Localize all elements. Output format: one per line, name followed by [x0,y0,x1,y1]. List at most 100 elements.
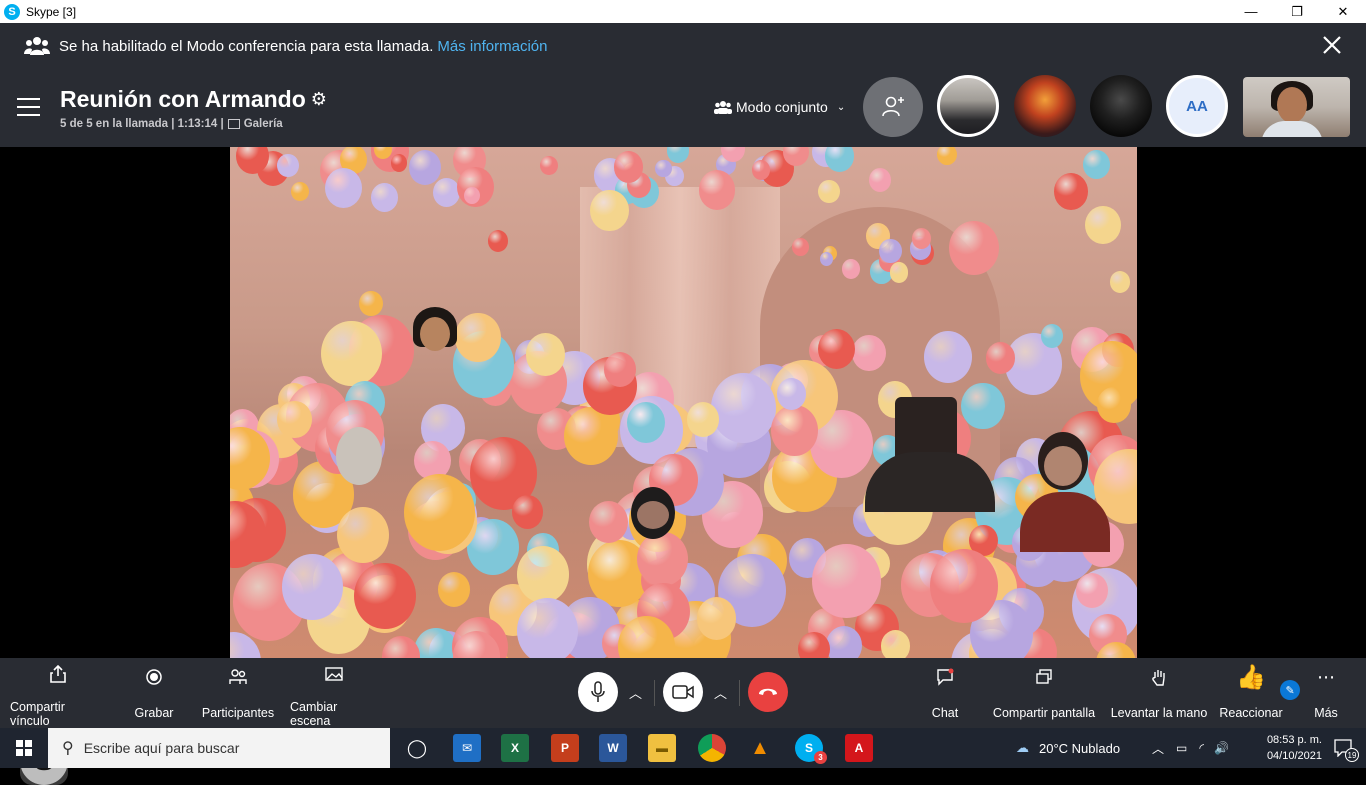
participants-button[interactable]: Participantes [202,658,274,728]
balloon [697,597,737,640]
participant-video[interactable] [1020,432,1110,552]
video-stage: S [0,147,1366,785]
wifi-icon[interactable]: ◜ [1199,741,1204,755]
balloon [381,636,420,658]
balloon [371,182,398,212]
balloon [1083,149,1110,179]
balloon [408,150,442,186]
balloon [564,406,618,465]
balloon [337,507,389,563]
more-button[interactable]: ⋯ Más [1306,658,1346,728]
change-scene-button[interactable]: Cambiar escena [290,658,378,728]
chat-button[interactable]: Chat [918,658,972,728]
balloon [1085,206,1121,245]
weather-widget[interactable]: ☁ 20°C Nublado [1016,728,1120,768]
excel-icon[interactable]: X [501,734,529,762]
record-button[interactable]: Grabar [126,658,182,728]
balloon [824,147,855,172]
chat-label: Chat [931,706,959,720]
participant-video[interactable] [865,397,995,512]
balloon [324,167,363,209]
share-link-button[interactable]: Compartir vínculo [10,658,106,728]
together-mode-dropdown[interactable]: Modo conjunto ⌄ [714,99,845,115]
balloon [354,562,416,629]
system-tray: ︿ ▭ ◜ 🔊 [1152,728,1229,768]
weather-text: 20°C Nublado [1039,740,1121,756]
battery-icon[interactable]: ▭ [1176,741,1187,755]
balloon [869,167,892,192]
participant-avatar[interactable] [1014,75,1076,137]
mail-icon[interactable]: ✉ [453,734,481,762]
close-window-button[interactable]: ✕ [1320,0,1366,23]
together-mode-scene [230,147,1137,658]
menu-icon[interactable] [17,98,40,116]
end-call-button[interactable] [748,672,788,712]
more-info-link[interactable]: Más información [437,38,547,55]
microphone-button[interactable] [578,672,618,712]
mic-options-chevron-icon[interactable]: ︿ [629,683,642,702]
participant-video[interactable] [405,307,465,387]
balloon [752,159,771,180]
balloon [517,598,578,658]
chevron-up-icon[interactable]: ︿ [1152,740,1164,757]
close-banner-icon[interactable] [1320,33,1344,57]
skype-app-icon: S [4,3,20,20]
start-button[interactable] [0,728,48,768]
taskbar-clock[interactable]: 08:53 p. m. 04/10/2021 [1267,732,1322,764]
balloon [812,544,881,618]
microphone-icon [591,681,605,702]
participant-video[interactable] [625,487,685,567]
share-screen-button[interactable]: Compartir pantalla [992,658,1096,728]
scene-icon [325,658,343,690]
notification-center-button[interactable]: 19 [1334,739,1359,762]
vlc-icon[interactable]: ▲ [746,734,774,762]
taskbar-search-box[interactable]: ⚲ Escribe aquí para buscar [48,728,390,768]
add-people-button[interactable] [863,77,923,137]
window-title: Skype [3] [26,4,77,19]
minimize-button[interactable]: — [1228,0,1274,23]
chat-icon [936,658,954,696]
camera-options-chevron-icon[interactable]: ︿ [714,683,727,702]
balloon [590,189,629,232]
balloon [437,572,471,608]
view-mode-label[interactable]: Galería [244,118,283,130]
balloon [655,159,672,178]
camera-button[interactable] [663,672,703,712]
participant-avatar-initials[interactable]: AA [1166,75,1228,137]
balloon [1097,387,1131,424]
balloon [711,373,777,444]
gear-icon[interactable]: ⚙ [311,89,327,110]
skype-taskbar-icon[interactable]: S 3 [795,734,827,764]
chrome-icon[interactable] [698,734,726,762]
self-view-video[interactable] [1243,77,1350,137]
balloon [1109,270,1131,293]
balloon [889,262,909,283]
thumbs-up-icon: 👍 ✎ [1236,658,1301,700]
word-icon[interactable]: W [599,734,627,762]
task-view-icon[interactable]: ◯ [403,734,431,762]
balloon [588,500,628,543]
mode-label: Modo conjunto [736,99,828,115]
people-icon [24,37,50,55]
file-explorer-icon[interactable]: ▬ [648,734,676,762]
restore-button[interactable]: ❐ [1274,0,1320,23]
divider [739,680,740,706]
balloon [487,229,509,252]
powerpoint-icon[interactable]: P [551,734,579,762]
raise-hand-button[interactable]: Levantar la mano [1110,658,1208,728]
balloon [282,554,343,620]
react-button[interactable]: 👍 ✎ Reaccionar [1218,658,1301,728]
call-status: 5 de 5 en la llamada | 1:13:14 | [60,118,224,130]
balloon [516,545,570,603]
balloon [540,155,558,175]
balloon [390,153,408,172]
volume-icon[interactable]: 🔊 [1214,741,1229,755]
participant-video[interactable] [330,427,390,507]
balloon [777,378,807,410]
participant-avatar[interactable] [937,75,999,137]
share-screen-icon [1035,658,1053,696]
participant-avatar[interactable] [1090,75,1152,137]
windows-logo-icon [16,740,32,756]
acrobat-icon[interactable]: A [845,734,873,762]
participants-icon [229,658,247,696]
